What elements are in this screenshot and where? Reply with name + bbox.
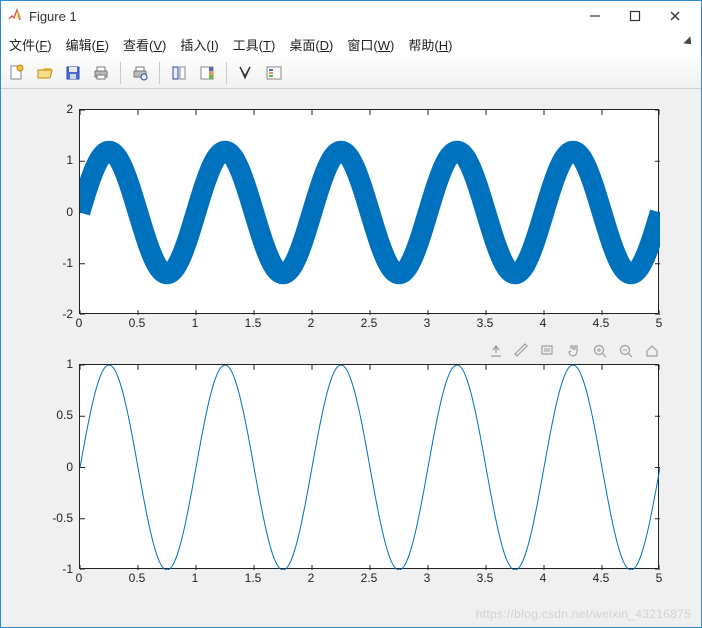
- xtick-label: 0: [76, 571, 83, 585]
- print-button[interactable]: [89, 61, 113, 85]
- xtick-label: 0: [76, 316, 83, 330]
- matlab-icon: [7, 8, 23, 24]
- new-figure-button[interactable]: [5, 61, 29, 85]
- xtick-label: 3: [424, 316, 431, 330]
- xtick-label: 0.5: [129, 571, 146, 585]
- save-button[interactable]: [61, 61, 85, 85]
- menu-window[interactable]: 窗口(W): [347, 35, 394, 54]
- home-icon[interactable]: [643, 342, 661, 360]
- menu-insert[interactable]: 插入(I): [180, 35, 218, 54]
- xtick-label: 4.5: [593, 571, 610, 585]
- titlebar: Figure 1: [1, 1, 701, 31]
- menu-help[interactable]: 帮助(H): [408, 35, 452, 54]
- datatip-icon[interactable]: [539, 342, 557, 360]
- xtick-label: 1: [192, 571, 199, 585]
- axes-1-svg: [80, 110, 660, 315]
- figure-window: Figure 1 文件(F) 编辑(E) 查看(V) 插入(I) 工具(T) 桌…: [0, 0, 702, 628]
- ytick-label: 0.5: [43, 408, 73, 422]
- xtick-label: 2.5: [361, 316, 378, 330]
- xtick-label: 2: [308, 571, 315, 585]
- axes-2-svg: [80, 365, 660, 570]
- menu-view[interactable]: 查看(V): [123, 35, 166, 54]
- xtick-label: 4: [540, 571, 547, 585]
- minimize-button[interactable]: [575, 2, 615, 30]
- watermark: https://blog.csdn.net/weixin_43216875: [476, 607, 691, 621]
- ytick-label: -1: [43, 562, 73, 576]
- menu-tools[interactable]: 工具(T): [233, 35, 276, 54]
- print-preview-button[interactable]: [128, 61, 152, 85]
- brush-icon[interactable]: [513, 342, 531, 360]
- ytick-label: 1: [43, 153, 73, 167]
- toolbar-separator: [120, 62, 121, 84]
- pan-icon[interactable]: [565, 342, 583, 360]
- menu-edit[interactable]: 编辑(E): [66, 35, 109, 54]
- maximize-button[interactable]: [615, 2, 655, 30]
- open-button[interactable]: [33, 61, 57, 85]
- xtick-label: 5: [656, 316, 663, 330]
- ytick-label: 1: [43, 357, 73, 371]
- menubar: 文件(F) 编辑(E) 查看(V) 插入(I) 工具(T) 桌面(D) 窗口(W…: [1, 31, 701, 57]
- ytick-label: -2: [43, 307, 73, 321]
- export-icon[interactable]: [487, 342, 505, 360]
- xtick-label: 2.5: [361, 571, 378, 585]
- axes-2[interactable]: [79, 364, 659, 569]
- xtick-label: 1.5: [245, 316, 262, 330]
- axes-1[interactable]: [79, 109, 659, 314]
- xtick-label: 4: [540, 316, 547, 330]
- toolbar-separator: [159, 62, 160, 84]
- xtick-label: 3.5: [477, 571, 494, 585]
- edit-plot-button[interactable]: [234, 61, 258, 85]
- menu-expand-icon[interactable]: [683, 36, 695, 51]
- xtick-label: 5: [656, 571, 663, 585]
- xtick-label: 2: [308, 316, 315, 330]
- insert-colorbar-button[interactable]: [195, 61, 219, 85]
- figure-toolbar: [1, 57, 701, 89]
- xtick-label: 1.5: [245, 571, 262, 585]
- insert-legend-button[interactable]: [262, 61, 286, 85]
- zoom-out-icon[interactable]: [617, 342, 635, 360]
- xtick-label: 0.5: [129, 316, 146, 330]
- ytick-label: 0: [43, 205, 73, 219]
- xtick-label: 3: [424, 571, 431, 585]
- xtick-label: 3.5: [477, 316, 494, 330]
- zoom-in-icon[interactable]: [591, 342, 609, 360]
- ytick-label: 2: [43, 102, 73, 116]
- plot-area: -2-1012 00.511.522.533.544.55 -1-0.500.5…: [1, 89, 701, 627]
- ytick-label: 0: [43, 460, 73, 474]
- toolbar-separator: [226, 62, 227, 84]
- close-button[interactable]: [655, 2, 695, 30]
- axes-toolbar: [487, 342, 661, 360]
- link-axes-button[interactable]: [167, 61, 191, 85]
- menu-file[interactable]: 文件(F): [9, 35, 52, 54]
- xtick-label: 4.5: [593, 316, 610, 330]
- window-title: Figure 1: [29, 9, 77, 24]
- ytick-label: -1: [43, 256, 73, 270]
- ytick-label: -0.5: [43, 511, 73, 525]
- menu-desktop[interactable]: 桌面(D): [289, 35, 333, 54]
- xtick-label: 1: [192, 316, 199, 330]
